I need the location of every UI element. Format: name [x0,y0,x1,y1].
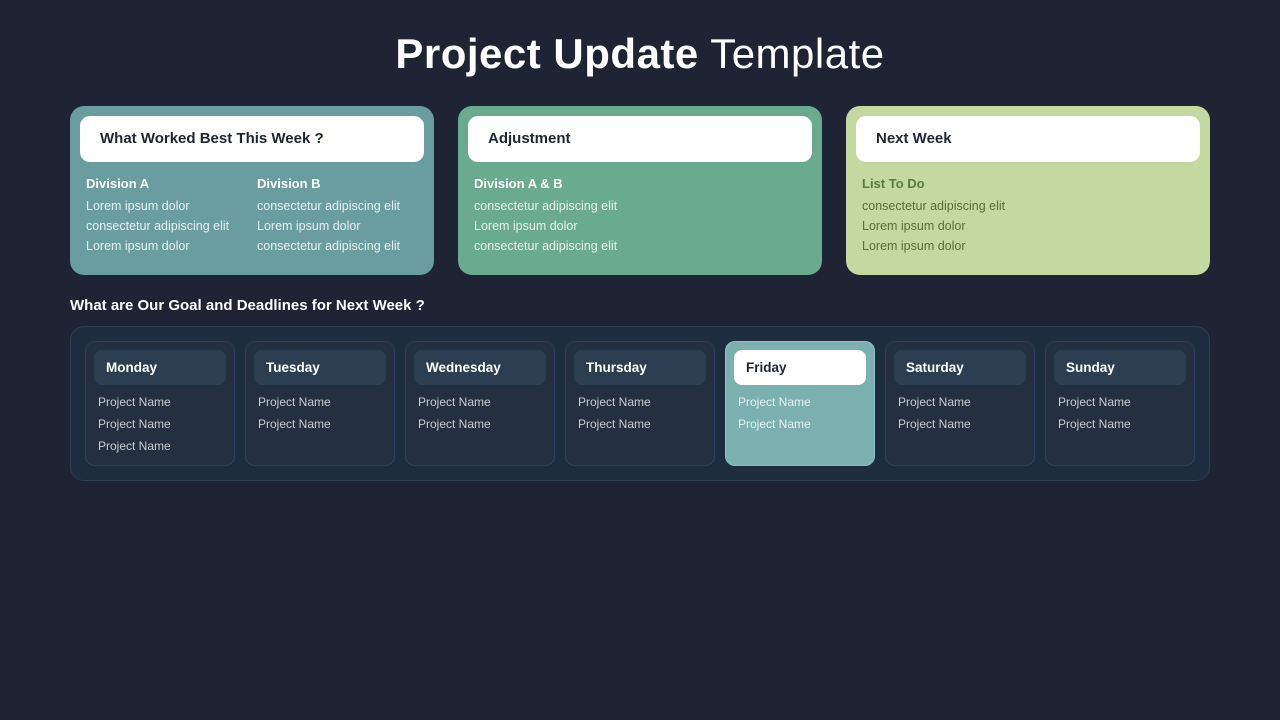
friday-project-2: Project Name [738,417,862,431]
day-header-saturday: Saturday [894,350,1026,385]
sunday-project-1: Project Name [1058,395,1182,409]
col-division-ab: Division A & B consectetur adipiscing el… [474,176,806,259]
col-ab-item-3: consectetur adipiscing elit [474,239,806,253]
col-division-b: Division B consectetur adipiscing elit L… [257,176,418,259]
day-header-wednesday: Wednesday [414,350,546,385]
card-adjustment-title: Adjustment [488,130,571,147]
day-body-thursday: Project Name Project Name [566,385,714,443]
col-a-item-3: Lorem ipsum dolor [86,239,247,253]
col-todo-item-2: Lorem ipsum dolor [862,219,1194,233]
wednesday-project-1: Project Name [418,395,542,409]
saturday-project-2: Project Name [898,417,1022,431]
goal-section: What are Our Goal and Deadlines for Next… [70,297,1210,481]
card-what-worked-title: What Worked Best This Week ? [100,130,324,147]
day-col-saturday: Saturday Project Name Project Name [885,341,1035,466]
top-cards-row: What Worked Best This Week ? Division A … [70,106,1210,275]
col-division-a: Division A Lorem ipsum dolor consectetur… [86,176,247,259]
card-next-week: Next Week List To Do consectetur adipisc… [846,106,1210,275]
tuesday-project-2: Project Name [258,417,382,431]
monday-project-3: Project Name [98,439,222,453]
col-ab-item-1: consectetur adipiscing elit [474,199,806,213]
day-col-thursday: Thursday Project Name Project Name [565,341,715,466]
day-col-wednesday: Wednesday Project Name Project Name [405,341,555,466]
card-what-worked-body: Division A Lorem ipsum dolor consectetur… [70,162,434,275]
col-b-title: Division B [257,176,418,191]
col-ab-title: Division A & B [474,176,806,191]
weekly-grid: Monday Project Name Project Name Project… [85,341,1195,466]
friday-project-1: Project Name [738,395,862,409]
col-todo-item-1: consectetur adipiscing elit [862,199,1194,213]
day-col-sunday: Sunday Project Name Project Name [1045,341,1195,466]
card-adjustment-header: Adjustment [468,116,812,162]
col-todo-item-3: Lorem ipsum dolor [862,239,1194,253]
title-bold: Project Update [395,30,698,77]
day-body-friday: Project Name Project Name [726,385,874,443]
day-col-friday: Friday Project Name Project Name [725,341,875,466]
col-a-title: Division A [86,176,247,191]
day-header-monday: Monday [94,350,226,385]
title-light: Template [699,30,885,77]
goal-title: What are Our Goal and Deadlines for Next… [70,297,1210,314]
day-header-thursday: Thursday [574,350,706,385]
card-what-worked-header: What Worked Best This Week ? [80,116,424,162]
tuesday-project-1: Project Name [258,395,382,409]
col-ab-item-2: Lorem ipsum dolor [474,219,806,233]
col-list-todo: List To Do consectetur adipiscing elit L… [862,176,1194,259]
col-todo-title: List To Do [862,176,1194,191]
page-title: Project Update Template [70,30,1210,78]
col-a-item-1: Lorem ipsum dolor [86,199,247,213]
card-next-week-header: Next Week [856,116,1200,162]
day-col-tuesday: Tuesday Project Name Project Name [245,341,395,466]
day-header-sunday: Sunday [1054,350,1186,385]
day-header-tuesday: Tuesday [254,350,386,385]
wednesday-project-2: Project Name [418,417,542,431]
card-next-week-body: List To Do consectetur adipiscing elit L… [846,162,1210,275]
page-wrapper: Project Update Template What Worked Best… [0,0,1280,720]
col-b-item-1: consectetur adipiscing elit [257,199,418,213]
card-next-week-title: Next Week [876,130,952,147]
col-a-item-2: consectetur adipiscing elit [86,219,247,233]
card-adjustment: Adjustment Division A & B consectetur ad… [458,106,822,275]
day-header-friday: Friday [734,350,866,385]
weekly-grid-wrapper: Monday Project Name Project Name Project… [70,326,1210,481]
day-body-monday: Project Name Project Name Project Name [86,385,234,465]
col-b-item-2: Lorem ipsum dolor [257,219,418,233]
saturday-project-1: Project Name [898,395,1022,409]
monday-project-1: Project Name [98,395,222,409]
card-adjustment-body: Division A & B consectetur adipiscing el… [458,162,822,275]
monday-project-2: Project Name [98,417,222,431]
day-body-wednesday: Project Name Project Name [406,385,554,443]
card-what-worked: What Worked Best This Week ? Division A … [70,106,434,275]
day-body-sunday: Project Name Project Name [1046,385,1194,443]
thursday-project-1: Project Name [578,395,702,409]
thursday-project-2: Project Name [578,417,702,431]
day-col-monday: Monday Project Name Project Name Project… [85,341,235,466]
day-body-tuesday: Project Name Project Name [246,385,394,443]
sunday-project-2: Project Name [1058,417,1182,431]
col-b-item-3: consectetur adipiscing elit [257,239,418,253]
day-body-saturday: Project Name Project Name [886,385,1034,443]
